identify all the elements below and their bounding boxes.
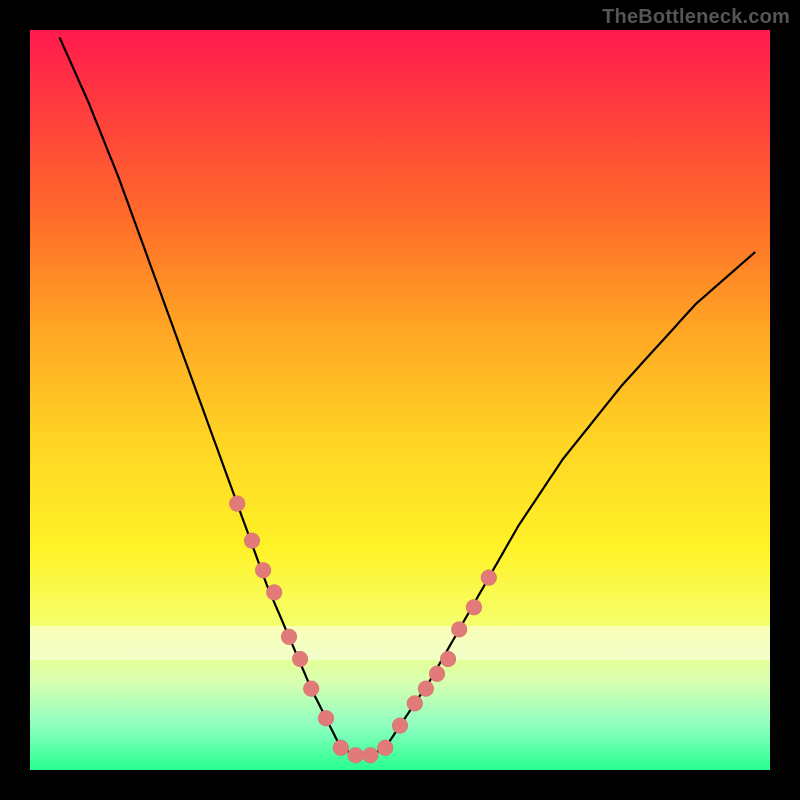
plot-area — [30, 30, 770, 770]
curve-marker — [333, 740, 349, 756]
curve-marker — [244, 533, 260, 549]
chart-frame: TheBottleneck.com — [0, 0, 800, 800]
curve-marker — [392, 718, 408, 734]
curve-marker — [440, 651, 456, 667]
curve-marker — [266, 584, 282, 600]
curve-marker — [481, 570, 497, 586]
curve-marker — [348, 747, 364, 763]
curve-marker — [377, 740, 393, 756]
curve-marker — [466, 599, 482, 615]
curve-marker — [281, 629, 297, 645]
curve-marker — [418, 681, 434, 697]
chart-svg — [30, 30, 770, 770]
curve-marker — [292, 651, 308, 667]
curve-marker — [362, 747, 378, 763]
curve-marker — [407, 695, 423, 711]
curve-marker — [318, 710, 334, 726]
marker-group — [229, 496, 497, 764]
curve-marker — [429, 666, 445, 682]
curve-line — [60, 37, 756, 755]
curve-marker — [229, 496, 245, 512]
curve-marker — [303, 681, 319, 697]
curve-marker — [255, 562, 271, 578]
watermark-label: TheBottleneck.com — [602, 6, 790, 29]
curve-marker — [451, 621, 467, 637]
